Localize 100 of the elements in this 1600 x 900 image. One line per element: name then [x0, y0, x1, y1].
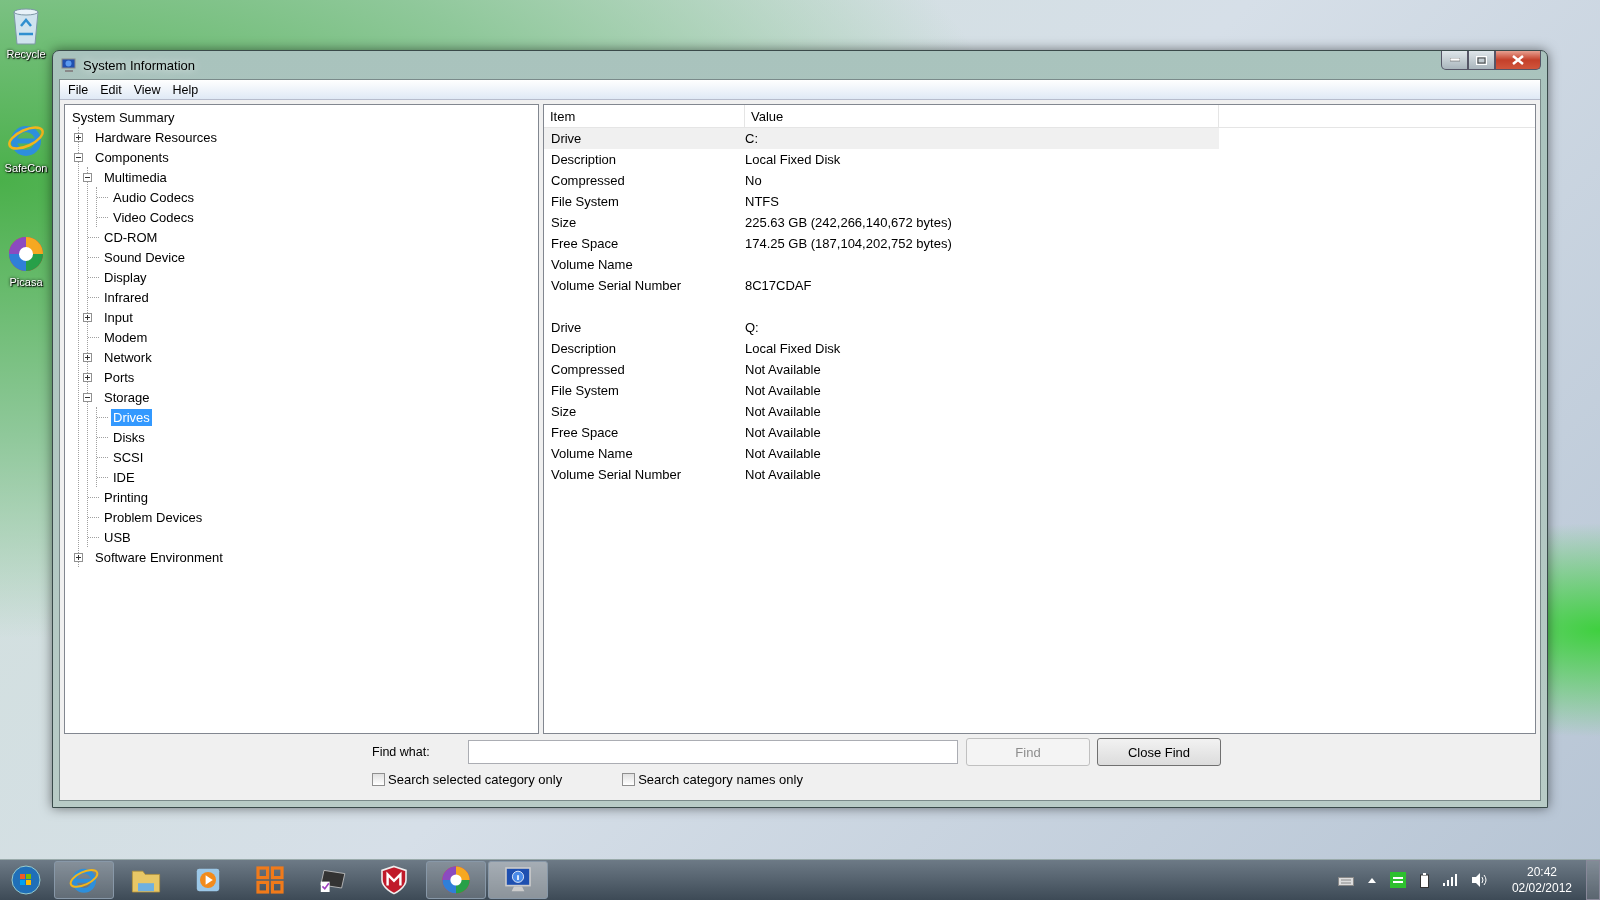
tree-item[interactable]: IDE	[111, 468, 137, 486]
tree-item[interactable]: USB	[102, 528, 133, 546]
table-row[interactable]: Description Local Fixed Disk	[544, 149, 1219, 170]
table-cell: Not Available	[745, 425, 821, 440]
speaker-icon[interactable]	[1471, 873, 1488, 887]
table-row[interactable]: Size 225.63 GB (242,266,140,672 bytes)	[544, 212, 1219, 233]
minimize-icon	[1449, 58, 1460, 62]
table-row[interactable]: Drive C:	[544, 128, 1219, 149]
maximize-button[interactable]	[1468, 51, 1495, 70]
table-row[interactable]: Description Local Fixed Disk	[544, 338, 1219, 359]
tree-item[interactable]: Sound Device	[102, 248, 187, 266]
expand-icon[interactable]	[83, 372, 92, 382]
table-cell: Volume Name	[551, 257, 633, 272]
tree-item[interactable]: Multimedia	[102, 168, 169, 186]
signal-icon[interactable]	[1442, 874, 1458, 886]
checkbox[interactable]	[372, 773, 385, 786]
clock-time: 20:42	[1526, 864, 1557, 880]
tree-item[interactable]: Audio Codecs	[111, 188, 196, 206]
table-cell: Not Available	[745, 446, 821, 461]
tree-item[interactable]: Hardware Resources	[93, 128, 220, 146]
checkbox[interactable]	[622, 773, 636, 786]
taskbar-button[interactable]	[426, 861, 486, 899]
battery-icon[interactable]	[1419, 872, 1429, 888]
shield-icon	[378, 864, 410, 896]
tree-item[interactable]: Input	[102, 308, 135, 326]
find-label: Find what:	[372, 745, 431, 759]
table-row[interactable]: Compressed No	[544, 170, 1219, 191]
table-row[interactable]: File System Not Available	[544, 380, 1219, 401]
tree-item[interactable]: SCSI	[111, 448, 146, 466]
tree-item[interactable]: Modem	[102, 328, 150, 346]
tree-item[interactable]: Software Environment	[93, 548, 225, 566]
expand-icon[interactable]	[83, 352, 92, 362]
table-cell: Not Available	[745, 383, 821, 398]
table-row[interactable]: Free Space Not Available	[544, 422, 1219, 443]
tree-item[interactable]: Printing	[102, 488, 151, 506]
tree-item[interactable]: CD-ROM	[102, 228, 160, 246]
tree-item[interactable]: Components	[93, 148, 171, 166]
table-row[interactable]: Drive Q:	[544, 317, 1219, 338]
table-cell: File System	[551, 194, 619, 209]
clock-date: 02/02/2012	[1511, 880, 1572, 896]
tree-item[interactable]: Disks	[111, 428, 147, 446]
column-header[interactable]: Item	[544, 105, 745, 127]
table-row[interactable]: Free Space 174.25 GB (187,104,202,752 bytes)	[544, 233, 1219, 254]
pinwheel-icon	[6, 234, 46, 274]
table-cell: Free Space	[551, 425, 619, 440]
table-cell: NTFS	[745, 194, 779, 209]
tree-item[interactable]: Infrared	[102, 288, 151, 306]
minimize-button[interactable]	[1441, 51, 1468, 70]
table-cell: Q:	[745, 320, 759, 335]
keyboard-icon[interactable]	[1337, 874, 1354, 886]
table-row[interactable]: Volume Name Not Available	[544, 443, 1219, 464]
tree-item[interactable]: Video Codecs	[111, 208, 196, 226]
table-row[interactable]: Volume Serial Number Not Available	[544, 464, 1219, 485]
table-cell: 8C17CDAF	[745, 278, 812, 293]
tree-item[interactable]: Storage	[102, 388, 152, 406]
collapse-icon[interactable]	[83, 392, 92, 402]
expand-icon[interactable]	[74, 552, 83, 562]
menu-item[interactable]: View	[127, 82, 167, 97]
menu-item[interactable]: Edit	[94, 82, 128, 97]
tree-item[interactable]: Ports	[102, 368, 137, 386]
close-find-button[interactable]: Close Find	[1097, 738, 1221, 766]
clock[interactable]: 20:42 02/02/2012	[1511, 864, 1572, 896]
table-cell: Not Available	[745, 362, 821, 377]
tree-item[interactable]: Display	[102, 268, 149, 286]
checkbox-label[interactable]: Search selected category only	[388, 772, 563, 787]
table-cell: 174.25 GB (187,104,202,752 bytes)	[745, 236, 952, 251]
tree-item[interactable]: Problem Devices	[102, 508, 205, 526]
table-cell: Volume Name	[551, 446, 633, 461]
table-cell: Local Fixed Disk	[745, 341, 841, 356]
column-header[interactable]: Value	[745, 105, 1219, 127]
expand-icon[interactable]	[74, 132, 83, 142]
table-cell: Size	[551, 215, 577, 230]
up-arrow-icon[interactable]	[1367, 877, 1376, 883]
table-cell: 225.63 GB (242,266,140,672 bytes)	[745, 215, 952, 230]
tree-item[interactable]: Network	[102, 348, 154, 366]
table-row[interactable]: Size Not Available	[544, 401, 1219, 422]
table-cell: Size	[551, 404, 577, 419]
close-button[interactable]	[1495, 51, 1541, 70]
close-icon	[1512, 55, 1524, 65]
table-cell: Not Available	[745, 404, 821, 419]
menu-item[interactable]: Help	[166, 82, 205, 97]
network-icon[interactable]	[1389, 872, 1406, 888]
find-input[interactable]	[468, 740, 958, 764]
checkbox-label[interactable]: Search category names only	[638, 772, 803, 787]
table-cell: Drive	[551, 320, 582, 335]
menu-item[interactable]: File	[62, 82, 95, 97]
monitor-icon	[61, 57, 77, 73]
table-cell: Drive	[551, 131, 582, 146]
collapse-icon[interactable]	[74, 152, 83, 162]
tree-item[interactable]: System Summary	[70, 108, 177, 126]
collapse-icon[interactable]	[83, 172, 92, 182]
squares-icon	[254, 864, 286, 896]
window-title: System Information	[83, 57, 195, 73]
table-cell: Free Space	[551, 236, 619, 251]
table-row[interactable]: File System NTFS	[544, 191, 1219, 212]
table-row[interactable]: Volume Name	[544, 254, 1219, 275]
table-row[interactable]: Volume Serial Number 8C17CDAF	[544, 275, 1219, 296]
table-cell: Local Fixed Disk	[745, 152, 841, 167]
table-row[interactable]: Compressed Not Available	[544, 359, 1219, 380]
expand-icon[interactable]	[83, 312, 92, 322]
